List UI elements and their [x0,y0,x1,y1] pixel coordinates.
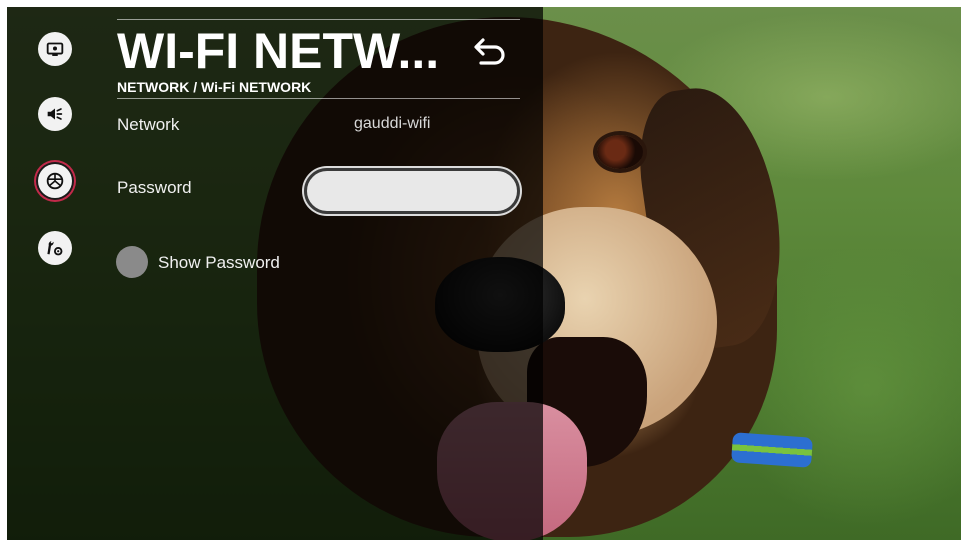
network-label: Network [117,115,180,134]
tv-screen: WI-FI NETW... NETWORK / Wi-Fi NETWORK Ne… [7,7,961,540]
header-top-divider [117,19,520,20]
network-value: gauddi-wifi [354,115,431,132]
back-button[interactable] [469,33,513,69]
show-password-checkbox[interactable] [116,246,148,278]
breadcrumb: NETWORK / Wi-Fi NETWORK [117,79,312,95]
nav-picture-button[interactable] [38,32,72,66]
settings-panel: WI-FI NETW... NETWORK / Wi-Fi NETWORK Ne… [7,7,543,540]
network-icon [46,172,64,190]
header-bottom-divider [117,98,520,99]
dog-eye [597,135,643,169]
password-label: Password [117,178,192,197]
password-input[interactable] [304,168,520,214]
nav-tools-button[interactable] [38,231,72,265]
sound-icon [47,108,63,120]
nav-network-button[interactable] [38,164,72,198]
back-arrow-icon [474,38,505,65]
show-password-label[interactable]: Show Password [158,253,280,273]
nav-sound-button[interactable] [38,97,72,131]
tools-icon [47,241,63,256]
picture-icon [46,42,64,56]
dog-collar [731,432,813,468]
page-title: WI-FI NETW... [117,23,440,79]
